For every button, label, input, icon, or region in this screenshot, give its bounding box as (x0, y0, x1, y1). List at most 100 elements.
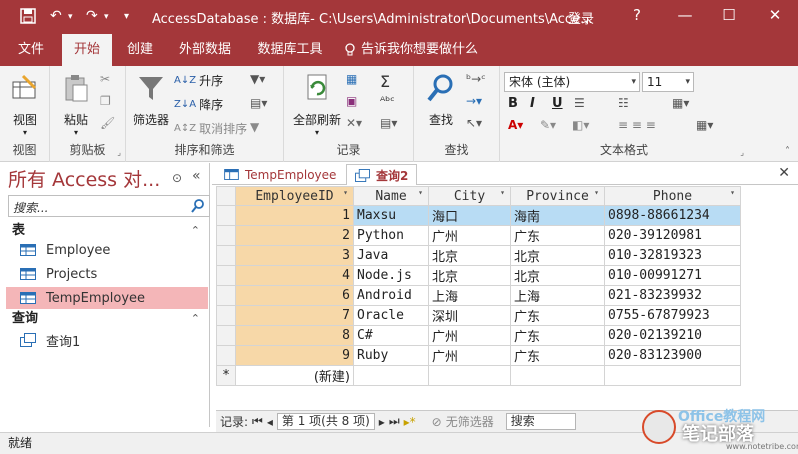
find-button[interactable]: 查找 (420, 70, 462, 128)
sort-ascending-button[interactable]: A↓Z 升序 (174, 72, 223, 89)
cell-employeeid[interactable]: 8 (235, 325, 354, 346)
doc-tab-query2[interactable]: 查询2 (346, 164, 418, 185)
chevron-down-icon[interactable]: ▾ (730, 188, 735, 197)
table-row[interactable]: 1 Maxsu 海口 海南 0898-88661234 (216, 205, 741, 226)
highlight-icon[interactable]: ✎▾ (540, 118, 556, 132)
new-record-row[interactable]: * (新建) (216, 365, 741, 386)
cell-city[interactable]: 广州 (428, 345, 511, 366)
cell-name[interactable]: Ruby (353, 345, 429, 366)
cell-name[interactable]: Java (353, 245, 429, 266)
font-size-combo[interactable]: 11 ▾ (642, 72, 694, 92)
remove-sort-button[interactable]: A↕Z 取消排序 (174, 120, 247, 137)
cell-employeeid[interactable]: 3 (235, 245, 354, 266)
nav-menu-icon[interactable]: ⊙ (172, 171, 182, 185)
cell-name[interactable]: Android (353, 285, 429, 306)
column-header-employeeid[interactable]: EmployeeID ▾ (235, 186, 354, 206)
cell-empty[interactable] (353, 365, 429, 386)
toggle-filter-icon[interactable]: ▼ (250, 120, 259, 134)
nav-search-input[interactable]: 搜索... (8, 195, 210, 217)
replace-icon[interactable]: ᵇ→ᶜ (466, 72, 486, 86)
customize-quick-access-icon[interactable]: ▾ (124, 11, 129, 22)
record-position-input[interactable]: 第 1 项(共 8 项) (276, 413, 375, 430)
tab-external-data[interactable]: 外部数据 (172, 34, 238, 66)
select-all-corner[interactable] (216, 186, 236, 206)
nav-item-projects[interactable]: Projects (6, 263, 208, 285)
cell-phone[interactable]: 0898-88661234 (604, 205, 741, 226)
totals-icon[interactable]: Σ (380, 72, 390, 91)
row-selector[interactable] (216, 345, 236, 366)
view-button[interactable]: 视图 ▾ (6, 70, 44, 137)
cell-phone[interactable]: 020-39120981 (604, 225, 741, 246)
tab-create[interactable]: 创建 (118, 34, 162, 66)
collapse-pane-icon[interactable]: « (192, 168, 201, 184)
cell-city[interactable]: 深圳 (428, 305, 511, 326)
nav-item-query1[interactable]: 查询1 (6, 329, 208, 351)
spelling-icon[interactable]: ᴬᵇᶜ (380, 94, 395, 108)
sort-descending-button[interactable]: Z↓A 降序 (174, 96, 223, 113)
new-record-icon[interactable]: ▦ (346, 72, 357, 86)
cell-employeeid[interactable]: 1 (235, 205, 354, 226)
chevron-down-icon[interactable]: ▾ (500, 188, 505, 197)
cell-phone[interactable]: 021-83239932 (604, 285, 741, 306)
nav-pane-title[interactable]: 所有 Access 对... (8, 165, 160, 192)
new-record-nav-icon[interactable]: ▸* (404, 415, 416, 429)
cell-phone[interactable]: 020-83123900 (604, 345, 741, 366)
first-record-icon[interactable]: ⏮ (252, 414, 263, 429)
cell-name[interactable]: Oracle (353, 305, 429, 326)
cell-province[interactable]: 海南 (510, 205, 605, 226)
nav-section-tables[interactable]: 表 ⌃ (4, 221, 210, 241)
cell-city[interactable]: 上海 (428, 285, 511, 306)
cell-phone[interactable]: 010-32819323 (604, 245, 741, 266)
nav-item-employee[interactable]: Employee (6, 239, 208, 261)
column-header-province[interactable]: Province ▾ (510, 186, 605, 206)
cell-city[interactable]: 北京 (428, 245, 511, 266)
cell-name[interactable]: Node.js (353, 265, 429, 286)
tab-database-tools[interactable]: 数据库工具 (250, 34, 330, 66)
cell-province[interactable]: 上海 (510, 285, 605, 306)
more-records-icon[interactable]: ▤▾ (380, 116, 397, 130)
cell-city[interactable]: 广州 (428, 225, 511, 246)
no-filter-label[interactable]: 无筛选器 (446, 413, 494, 430)
align-center-icon[interactable]: ≡ ≡ ≡ (618, 118, 656, 132)
table-row[interactable]: 6 Android 上海 上海 021-83239932 (216, 285, 741, 306)
row-selector[interactable] (216, 245, 236, 266)
bold-button[interactable]: B (508, 96, 518, 111)
align-left-icon[interactable]: ☰ (574, 96, 585, 110)
row-selector[interactable] (216, 205, 236, 226)
record-search-input[interactable]: 搜索 (505, 413, 576, 430)
font-name-combo[interactable]: 宋体 (主体) ▾ (504, 72, 640, 92)
fill-color-icon[interactable]: ◧▾ (572, 118, 589, 132)
row-selector[interactable] (216, 265, 236, 286)
table-row[interactable]: 7 Oracle 深圳 广东 0755-67879923 (216, 305, 741, 326)
row-selector[interactable] (216, 305, 236, 326)
restore-button[interactable]: ☐ (716, 6, 742, 24)
cell-employeeid[interactable]: 9 (235, 345, 354, 366)
cell-employeeid[interactable]: 6 (235, 285, 354, 306)
cell-phone[interactable]: 010-00991271 (604, 265, 741, 286)
chevron-down-icon[interactable]: ▾ (594, 188, 599, 197)
table-row[interactable]: 2 Python 广州 广东 020-39120981 (216, 225, 741, 246)
search-icon[interactable] (190, 198, 206, 214)
login-link[interactable]: 登录 (568, 8, 594, 27)
next-record-icon[interactable]: ▸ (379, 415, 385, 429)
cell-name[interactable]: Maxsu (353, 205, 429, 226)
cell-empty[interactable] (604, 365, 741, 386)
underline-button[interactable]: U (552, 96, 563, 111)
advanced-filter-icon[interactable]: ▤▾ (250, 96, 267, 110)
select-icon[interactable]: ↖▾ (466, 116, 482, 130)
nav-item-tempemployee[interactable]: TempEmployee (6, 287, 208, 309)
redo-icon[interactable]: ↷ (86, 8, 98, 24)
paste-button[interactable]: 粘贴 ▾ (58, 70, 94, 137)
cell-name[interactable]: C# (353, 325, 429, 346)
cell-employeeid[interactable]: 7 (235, 305, 354, 326)
cell-empty[interactable] (428, 365, 511, 386)
chevron-down-icon[interactable]: ▾ (343, 188, 348, 197)
minimize-button[interactable]: — (672, 6, 698, 24)
table-row[interactable]: 3 Java 北京 北京 010-32819323 (216, 245, 741, 266)
last-record-icon[interactable]: ⏭ (389, 414, 400, 429)
cell-employeeid[interactable]: 2 (235, 225, 354, 246)
collapse-ribbon-icon[interactable]: ˄ (785, 146, 790, 157)
refresh-all-button[interactable]: 全部刷新 ▾ (288, 70, 346, 137)
cell-phone[interactable]: 020-02139210 (604, 325, 741, 346)
cell-province[interactable]: 广东 (510, 345, 605, 366)
